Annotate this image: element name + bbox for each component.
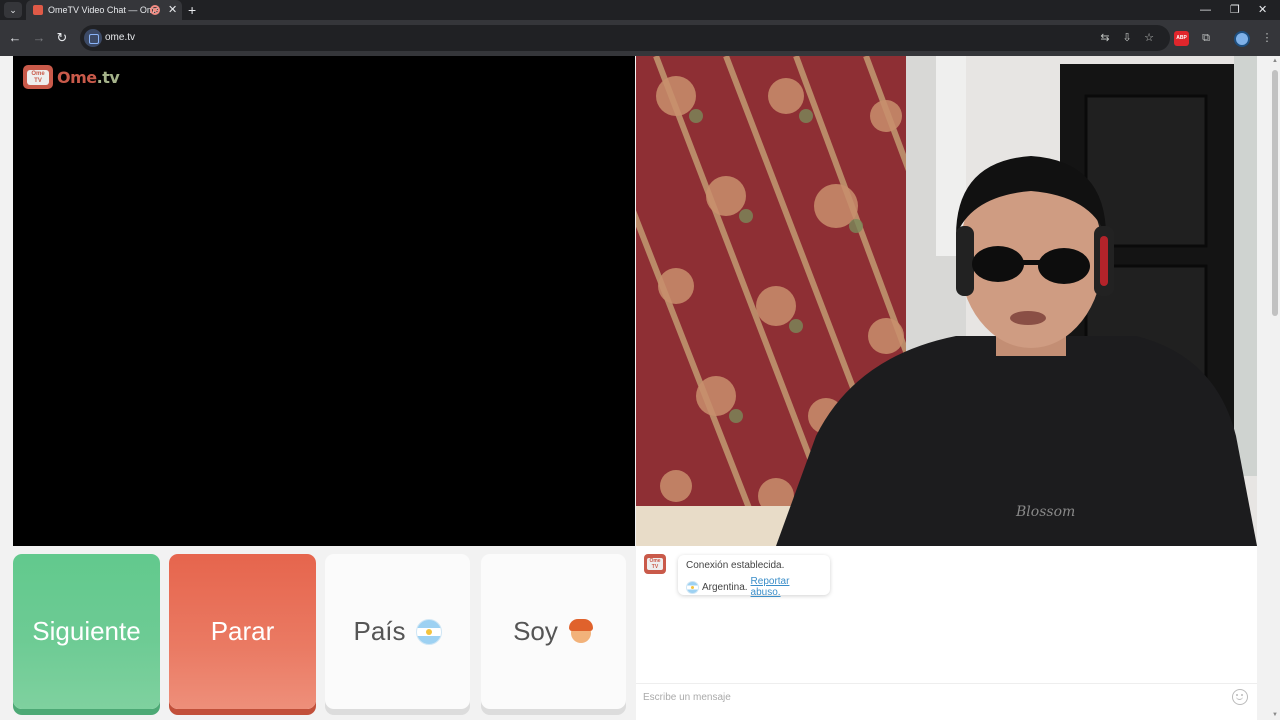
recording-icon bbox=[150, 5, 160, 15]
minimize-icon[interactable]: — bbox=[1200, 0, 1211, 20]
bookmark-star-icon[interactable]: ☆ bbox=[1142, 31, 1156, 45]
forward-icon[interactable]: → bbox=[30, 29, 48, 47]
remote-video: Blossom bbox=[636, 56, 1257, 546]
ometv-favicon-icon bbox=[33, 5, 43, 15]
chat-panel: Ome TV Conexión establecida. Argentina. … bbox=[636, 546, 1257, 720]
translate-icon[interactable]: ⇆ bbox=[1098, 31, 1112, 45]
chat-input-bar bbox=[636, 683, 1257, 710]
emoji-smile-icon[interactable] bbox=[1232, 689, 1248, 705]
ometv-chat-logo-icon: Ome TV bbox=[644, 554, 666, 574]
tab-title: OmeTV Video Chat — Ome bbox=[48, 5, 160, 15]
ometv-logo[interactable]: Ome TV Ome.tv bbox=[23, 62, 120, 92]
argentina-flag-icon bbox=[415, 618, 442, 645]
report-abuse-link[interactable]: Reportar abuso. bbox=[751, 576, 822, 598]
argentina-flag-icon bbox=[686, 580, 699, 594]
tab-list-button[interactable]: ⌄ bbox=[4, 2, 22, 18]
install-app-icon[interactable]: ⇩ bbox=[1120, 31, 1134, 45]
address-bar[interactable]: ome.tv ⇆ ⇩ ☆ bbox=[80, 25, 1170, 51]
browser-tab[interactable]: OmeTV Video Chat — Ome ✕ bbox=[26, 0, 182, 20]
close-tab-icon[interactable]: ✕ bbox=[168, 0, 177, 20]
next-button[interactable]: Siguiente bbox=[13, 554, 160, 709]
restore-icon[interactable]: ❐ bbox=[1230, 0, 1240, 20]
scroll-down-icon[interactable]: ▼ bbox=[1270, 712, 1280, 718]
tv-logo-icon: Ome TV bbox=[23, 65, 53, 89]
boy-emoji-icon bbox=[568, 618, 594, 646]
country-select-button[interactable]: País bbox=[325, 554, 470, 709]
url-text[interactable]: ome.tv bbox=[105, 25, 135, 51]
reload-icon[interactable]: ↻ bbox=[53, 29, 71, 47]
page-scrollbar[interactable]: ▲ ▼ bbox=[1270, 56, 1280, 720]
stop-button[interactable]: Parar bbox=[169, 554, 316, 709]
menu-kebab-icon[interactable]: ⋮ bbox=[1260, 31, 1274, 45]
site-info-icon[interactable] bbox=[84, 29, 102, 47]
new-tab-button[interactable]: + bbox=[188, 0, 196, 20]
browser-toolbar: ← → ↻ ome.tv ⇆ ⇩ ☆ ABP ⧉ ⋮ bbox=[0, 20, 1280, 56]
adblock-icon[interactable]: ABP bbox=[1174, 31, 1189, 46]
svg-text:Blossom: Blossom bbox=[1015, 504, 1075, 520]
gender-select-button[interactable]: Soy bbox=[481, 554, 626, 709]
connection-status: Conexión establecida. bbox=[686, 560, 785, 571]
tab-bar: ⌄ OmeTV Video Chat — Ome ✕ + — ❐ ✕ bbox=[0, 0, 1280, 20]
close-window-icon[interactable]: ✕ bbox=[1258, 0, 1267, 20]
partner-country: Argentina. bbox=[701, 581, 748, 593]
message-input[interactable] bbox=[643, 689, 1223, 705]
profile-avatar[interactable] bbox=[1234, 31, 1250, 47]
back-icon[interactable]: ← bbox=[6, 29, 24, 47]
local-video: Ome TV Ome.tv bbox=[13, 56, 635, 546]
scroll-thumb[interactable] bbox=[1272, 70, 1278, 316]
system-message: Conexión establecida. Argentina. Reporta… bbox=[678, 555, 830, 598]
page: Ome TV Ome.tv Blossom Siguiente Parar Pa… bbox=[0, 56, 1280, 720]
scroll-up-icon[interactable]: ▲ bbox=[1270, 58, 1280, 64]
extensions-icon[interactable]: ⧉ bbox=[1199, 31, 1213, 45]
remote-video-frame: Blossom bbox=[636, 56, 1257, 546]
